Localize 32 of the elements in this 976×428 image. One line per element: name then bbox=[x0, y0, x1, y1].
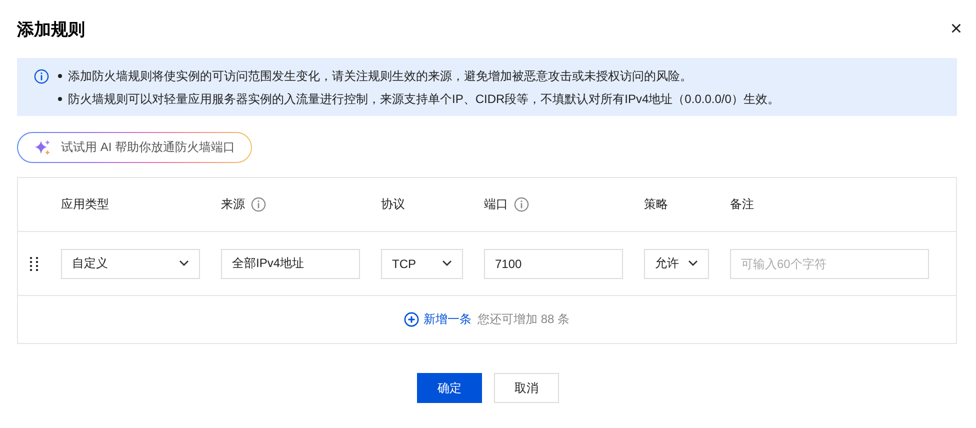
notice-text: 添加防火墙规则将使实例的可访问范围发生变化，请关注规则生效的来源，避免增加被恶意攻击或未授权访问的风险。 bbox=[68, 68, 692, 85]
chevron-down-icon bbox=[688, 260, 698, 267]
input-field[interactable]: 可输入60个字符 bbox=[730, 248, 929, 278]
notice-text: 防火墙规则可以对轻量应用服务器实例的入流量进行控制，来源支持单个IP、CIDR段等，不填默认对所有IPv4地址（0.0.0.0/0）生效。 bbox=[68, 91, 780, 108]
column-header: 策略 bbox=[644, 196, 668, 213]
input-field[interactable]: 7100 bbox=[484, 248, 623, 278]
bullet-icon bbox=[58, 97, 62, 101]
chevron-down-icon bbox=[179, 260, 189, 267]
column-header: 端口 bbox=[484, 196, 508, 213]
add-rule-link[interactable]: 新增一条 bbox=[404, 311, 472, 328]
info-icon bbox=[251, 197, 266, 212]
dropdown[interactable]: TCP bbox=[381, 248, 463, 278]
chevron-down-icon bbox=[442, 260, 452, 267]
column-header: 协议 bbox=[381, 196, 405, 213]
input-field[interactable]: 全部IPv4地址 bbox=[221, 248, 360, 278]
dropdown[interactable]: 允许 bbox=[644, 248, 709, 278]
info-icon bbox=[34, 69, 49, 84]
info-icon bbox=[514, 197, 529, 212]
dropdown[interactable]: 自定义 bbox=[61, 248, 200, 278]
column-header: 备注 bbox=[730, 196, 754, 213]
cancel-button[interactable]: 取消 bbox=[494, 373, 559, 403]
remaining-hint: 您还可增加 88 条 bbox=[477, 311, 570, 328]
column-header: 应用类型 bbox=[61, 196, 109, 213]
close-button[interactable]: × bbox=[950, 19, 962, 39]
plus-circle-icon bbox=[404, 312, 420, 327]
dialog-title: 添加规则 bbox=[17, 18, 85, 40]
sparkle-icon bbox=[34, 139, 51, 156]
ai-button[interactable]: 试试用 AI 帮助你放通防火墙端口 bbox=[17, 132, 252, 163]
drag-handle-icon[interactable] bbox=[30, 256, 38, 270]
bullet-icon bbox=[58, 74, 62, 78]
column-header: 来源 bbox=[221, 196, 245, 213]
confirm-button[interactable]: 确定 bbox=[417, 373, 482, 403]
